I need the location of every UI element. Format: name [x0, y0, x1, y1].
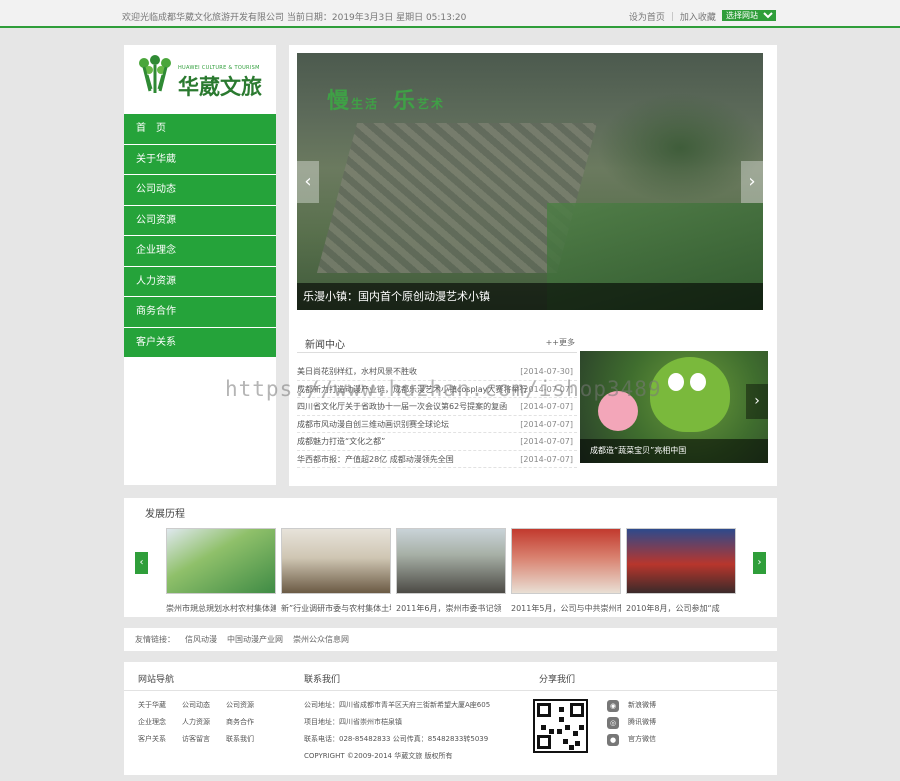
footer-link[interactable]: 公司动态: [182, 700, 210, 710]
footer: 网站导航 联系我们 分享我们 关于华葳 公司动态 公司资源 企业理念 人力资源 …: [124, 662, 777, 775]
footer-link[interactable]: 客户关系: [138, 734, 166, 744]
history-card[interactable]: 新”行业调研市委与农村集体土地: [281, 528, 391, 614]
hero-banner[interactable]: 慢生活 乐艺术 ‹ › 乐漫小镇：国内首个原创动漫艺术小镇: [297, 53, 763, 310]
cartoon-girl-image: [598, 391, 638, 431]
logo[interactable]: HUAWEI CULTURE & TOURISM 华葳文旅: [124, 45, 276, 114]
share-links: ◉ 新浪微博 ◎ 腾讯微博 ● 官方微信: [607, 699, 727, 750]
news-center: 新闻中心 ++更多 美日尚花别样红，水村风景不胜收 [2014-07-30] 成都…: [297, 333, 577, 473]
main-nav: 首 页 关于华葳 公司动态 公司资源 企业理念 人力资源 商务合作 客户关系: [124, 114, 276, 358]
friend-link[interactable]: 信风动漫: [185, 635, 217, 644]
promo-slideshow[interactable]: › 成都造“蔬菜宝贝”亮相中国: [580, 351, 768, 463]
add-favorite-link[interactable]: 加入收藏: [680, 10, 716, 23]
news-more-link[interactable]: ++更多: [546, 337, 575, 348]
news-title: 新闻中心: [305, 340, 345, 351]
banner-next-arrow-icon[interactable]: ›: [741, 161, 763, 203]
history-card[interactable]: 2010年8月，公司参加“成: [626, 528, 736, 614]
footer-link[interactable]: 联系我们: [226, 734, 254, 744]
share-tencent-weibo[interactable]: ◎ 腾讯微博: [607, 716, 727, 733]
history-image: [281, 528, 391, 594]
promo-next-arrow-icon[interactable]: ›: [746, 384, 768, 419]
nav-item-resources[interactable]: 公司资源: [124, 205, 276, 236]
weibo-icon: ◉: [607, 700, 619, 712]
history-image: [166, 528, 276, 594]
history-image: [396, 528, 506, 594]
history-image: [511, 528, 621, 594]
tencent-weibo-icon: ◎: [607, 717, 619, 729]
wechat-icon: ●: [607, 734, 619, 746]
history-next-arrow-icon[interactable]: ›: [753, 552, 766, 574]
top-bar: 欢迎光临成都华葳文化旅游开发有限公司 当前日期：2019年3月3日 星期日 05…: [0, 0, 900, 28]
footer-link[interactable]: 企业理念: [138, 717, 166, 727]
news-item[interactable]: 成都新力打造动漫产业链，成都乐漫艺术小镇cosplay大赛将举行 [2014-07…: [297, 381, 577, 398]
welcome-text: 欢迎光临成都华葳文化旅游开发有限公司 当前日期：2019年3月3日 星期日 05…: [122, 13, 467, 23]
company-address: 公司地址：四川省成都市青羊区天府三街新希望大厦A座605: [304, 701, 491, 709]
nav-item-customers[interactable]: 客户关系: [124, 327, 276, 358]
nav-item-news[interactable]: 公司动态: [124, 175, 276, 206]
footer-nav-title: 网站导航: [138, 675, 175, 685]
history-image: [626, 528, 736, 594]
banner-prev-arrow-icon[interactable]: ‹: [297, 161, 319, 203]
nav-item-hr[interactable]: 人力资源: [124, 266, 276, 297]
friend-links: 友情链接： 信风动漫 中国动漫产业网 崇州公众信息网: [124, 628, 777, 651]
share-weibo[interactable]: ◉ 新浪微博: [607, 699, 727, 716]
history-prev-arrow-icon[interactable]: ‹: [135, 552, 148, 574]
banner-caption[interactable]: 乐漫小镇：国内首个原创动漫艺术小镇: [297, 283, 763, 310]
vegetable-mascot-image: [650, 357, 730, 432]
news-item[interactable]: 四川省文化厅关于省政协十一届一次会议第62号提案的复函 [2014-07-07]: [297, 398, 577, 416]
footer-contact-info: 公司地址：四川省成都市青羊区天府三街新希望大厦A座605 项目地址：四川省崇州市…: [304, 700, 564, 768]
nav-item-home[interactable]: 首 页: [124, 114, 276, 145]
phone-fax: 联系电话：028-85482833 公司传真：85482833转5039: [304, 735, 489, 743]
nav-item-business[interactable]: 商务合作: [124, 297, 276, 328]
main-panel: 慢生活 乐艺术 ‹ › 乐漫小镇：国内首个原创动漫艺术小镇 新闻中心 ++更多 美…: [289, 45, 777, 486]
news-item[interactable]: 成都魅力打造“文化之都” [2014-07-07]: [297, 433, 577, 451]
footer-contact-title: 联系我们: [304, 675, 341, 685]
banner-slogan: 慢生活 乐艺术: [327, 88, 446, 114]
tree-logo-icon: [139, 55, 171, 93]
news-item[interactable]: 华西都市报：产值超28亿 成都动漫领先全国 [2014-07-07]: [297, 451, 577, 468]
copyright: COPYRIGHT ©2009-2014 华葳文旅 版权所有: [304, 752, 453, 760]
footer-share-title: 分享我们: [539, 675, 576, 685]
nav-item-about[interactable]: 关于华葳: [124, 144, 276, 175]
history-title: 发展历程: [145, 509, 185, 520]
footer-link[interactable]: 商务合作: [226, 717, 254, 727]
history-carousel: 崇州市規总規划水村农村集体建 新”行业调研市委与农村集体土地 2011年6月，崇…: [166, 528, 736, 617]
history-card[interactable]: 2011年5月，公司与中共崇州市: [511, 528, 621, 614]
news-item[interactable]: 成都市风动漫自创三维动画识别赛全球论坛 [2014-07-07]: [297, 416, 577, 433]
footer-link[interactable]: 访客留言: [182, 734, 210, 744]
sidebar: HUAWEI CULTURE & TOURISM 华葳文旅 首 页 关于华葳 公…: [124, 45, 276, 485]
nav-item-philosophy[interactable]: 企业理念: [124, 236, 276, 267]
project-address: 项目地址：四川省崇州市桤泉镇: [304, 718, 402, 726]
history-section: 发展历程 ‹ › 崇州市規总規划水村农村集体建 新”行业调研市委与农村集体土地 …: [124, 498, 777, 617]
history-card[interactable]: 2011年6月，崇州市委书记领: [396, 528, 506, 614]
history-card[interactable]: 崇州市規总規划水村农村集体建: [166, 528, 276, 614]
footer-link[interactable]: 公司资源: [226, 700, 254, 710]
logo-chinese-name: 华葳文旅: [178, 74, 262, 99]
footer-link[interactable]: 人力资源: [182, 717, 210, 727]
promo-caption[interactable]: 成都造“蔬菜宝贝”亮相中国: [580, 439, 768, 463]
footer-link[interactable]: 关于华葳: [138, 700, 166, 710]
share-wechat[interactable]: ● 官方微信: [607, 733, 727, 750]
friend-links-label: 友情链接：: [135, 635, 175, 644]
friend-link[interactable]: 中国动漫产业网: [227, 635, 283, 644]
qr-code-icon: [533, 699, 588, 753]
news-list: 美日尚花别样红，水村风景不胜收 [2014-07-30] 成都新力打造动漫产业链，…: [297, 363, 577, 468]
site-select[interactable]: 选择网站: [722, 10, 776, 21]
set-homepage-link[interactable]: 设为首页: [629, 10, 665, 23]
news-item[interactable]: 美日尚花别样红，水村风景不胜收 [2014-07-30]: [297, 363, 577, 381]
friend-link[interactable]: 崇州公众信息网: [293, 635, 349, 644]
